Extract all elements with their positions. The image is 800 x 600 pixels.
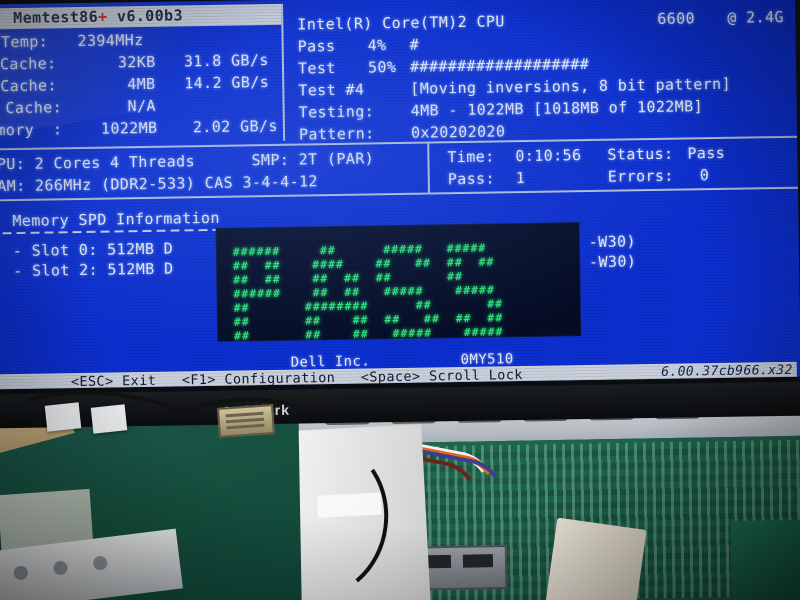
l2-cache-size: 4MB <box>127 74 156 94</box>
rail-hole <box>52 560 69 576</box>
pattern-value: 0x20202020 <box>410 122 506 142</box>
monitor-screen: Memtest86+ v6.00b3 /Temp: 2394MHz Cache:… <box>0 0 800 390</box>
spd-slot-2-left: - Slot 2: 512MB D <box>13 259 174 281</box>
spd-heading: Memory SPD Information <box>12 208 220 231</box>
l1-cache-speed: 31.8 GB/s <box>183 51 269 71</box>
l1-cache-label: Cache: <box>0 54 57 74</box>
testing-label: Testing: <box>298 102 375 122</box>
errors-value: 0 <box>699 166 710 185</box>
test-progress-pct: 50% <box>367 58 397 77</box>
status-value: Pass <box>687 143 726 163</box>
test-progress-bar: ################### <box>409 54 590 76</box>
pass-count-value: 1 <box>515 169 526 188</box>
status-label: Status: <box>607 144 674 164</box>
pass-count-label: Pass: <box>447 169 496 189</box>
l3-cache-label: 3 Cache: <box>5 98 63 118</box>
l3-cache-size: N/A <box>127 96 157 116</box>
memory-size: 1022MB <box>100 118 158 138</box>
pass-progress-pct: 4% <box>367 36 387 55</box>
rail-hole <box>92 555 109 571</box>
expansion-card <box>730 519 800 600</box>
l1-cache-size: 32KB <box>117 52 156 72</box>
cpu-model: 6600 <box>657 9 696 28</box>
memory-label: emory : <box>0 120 63 140</box>
result-overlay: ###### ## ##### ##### ## ## #### ## ## #… <box>216 223 581 343</box>
app-title-bar: Memtest86+ v6.00b3 <box>0 3 282 30</box>
status-divider-vertical <box>427 143 430 193</box>
memtest-ui: Memtest86+ v6.00b3 /Temp: 2394MHz Cache:… <box>0 0 800 390</box>
pass-ascii-art: ###### ## ##### ##### ## ## #### ## ## #… <box>232 241 504 343</box>
panel-divider-vertical <box>280 3 286 141</box>
clk-temp-value: 2394MHz <box>77 30 144 51</box>
time-value: 0:10:56 <box>515 146 582 166</box>
pass-progress-bar: # <box>409 35 420 54</box>
photo-scene: Memtest86+ v6.00b3 /Temp: 2394MHz Cache:… <box>0 0 800 600</box>
clk-temp-label: /Temp: <box>0 32 49 52</box>
test-progress-label: Test <box>297 58 336 78</box>
testing-range: 4MB - 1022MB [1018MB of 1022MB] <box>410 97 704 120</box>
test-number: Test #4 <box>298 80 365 100</box>
build-version: 6.00.37cb966.x32 <box>661 362 793 380</box>
pattern-label: Pattern: <box>298 124 375 144</box>
ribbon-cable <box>545 517 647 600</box>
cpu-name: Intel(R) Core(TM)2 CPU <box>297 12 505 34</box>
spd-slot-2-right: -W30) <box>588 252 637 272</box>
pass-progress-label: Pass <box>297 36 336 56</box>
time-label: Time: <box>447 147 495 167</box>
monitor: Memtest86+ v6.00b3 /Temp: 2394MHz Cache:… <box>0 0 800 429</box>
l2-cache-label: Cache: <box>0 76 57 96</box>
l2-cache-speed: 14.2 GB/s <box>184 73 270 93</box>
app-title-prefix: Memtest86 <box>13 7 99 28</box>
cpu-topology-line: CPU: 2 Cores 4 Threads SMP: 2T (PAR) <box>0 149 375 174</box>
rail-hole <box>13 565 29 581</box>
errors-label: Errors: <box>607 166 674 186</box>
ram-timing-line: RAM: 266MHz (DDR2-533) CAS 3-4-4-12 <box>0 172 319 196</box>
memory-speed: 2.02 GB/s <box>192 116 278 137</box>
cpu-clock: @ 2.4G <box>727 7 785 27</box>
app-title-version: v6.00b3 <box>107 6 184 26</box>
